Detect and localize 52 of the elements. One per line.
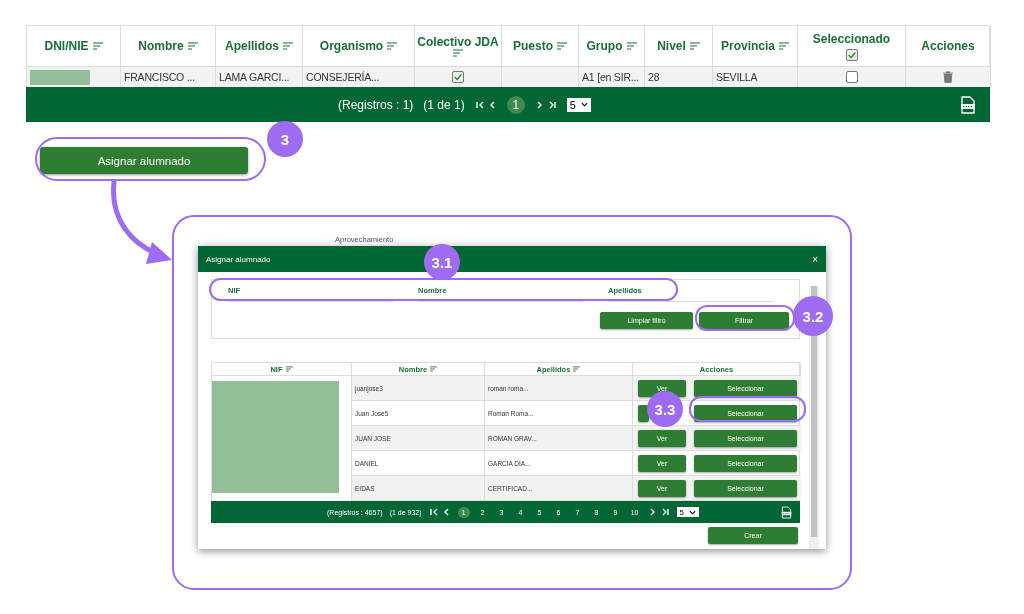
column-header[interactable]: Nombre (138, 39, 184, 53)
redacted-block (30, 69, 90, 85)
sort-icon[interactable] (430, 366, 438, 372)
sort-icon[interactable] (187, 42, 198, 50)
column-header[interactable]: Seleccionado (812, 31, 891, 46)
sort-icon[interactable] (557, 42, 567, 50)
column-header: Acciones (921, 39, 975, 53)
close-button[interactable]: × (812, 253, 818, 265)
table-cell: FRANCISCO ... (121, 67, 216, 87)
checkbox[interactable] (452, 71, 464, 83)
column-header[interactable]: Nivel (657, 39, 686, 53)
spreadsheet-file-icon[interactable] (781, 505, 792, 519)
sort-icon[interactable] (626, 42, 637, 50)
assign-students-button[interactable]: Asignar alumnado (40, 147, 248, 174)
spreadsheet-file-icon[interactable] (960, 94, 976, 115)
checkbox[interactable] (845, 71, 858, 83)
sort-icon[interactable] (453, 49, 463, 57)
column-header[interactable]: DNI/NIE (44, 39, 89, 53)
caret-icon (689, 509, 696, 515)
page-info: (1 de 1) (423, 97, 465, 112)
table-cell: A1 [en SIR... (579, 67, 645, 87)
page-size-select[interactable]: 5 (676, 507, 699, 517)
table-cell: 28 (645, 67, 713, 87)
sort-icon[interactable] (573, 366, 581, 372)
first-page-icon[interactable] (428, 508, 438, 516)
column-header[interactable]: Grupo (586, 39, 623, 53)
checkbox[interactable] (845, 48, 858, 61)
caret-icon (580, 102, 588, 107)
table-cell: CONSEJERÍA... (303, 67, 415, 87)
sort-icon[interactable] (283, 42, 293, 50)
column-header[interactable]: Apellidos (225, 39, 279, 53)
trash-icon[interactable] (943, 71, 953, 83)
table-cell: LAMA GARCI... (216, 67, 303, 87)
view-button[interactable] (638, 404, 649, 422)
page-link[interactable]: 1 (506, 95, 525, 114)
last-page-icon[interactable] (660, 508, 670, 516)
first-page-icon[interactable] (474, 100, 484, 109)
step-badge: 3 (267, 121, 303, 157)
column-header[interactable]: Organismo (319, 39, 384, 53)
sort-icon[interactable] (387, 42, 398, 50)
sort-icon[interactable] (689, 42, 700, 50)
column-header[interactable]: Colectivo JDA (417, 35, 499, 49)
column-header[interactable]: Provincia (721, 39, 775, 53)
sort-icon[interactable] (779, 42, 789, 50)
dialog-title: Asignar alumnado (206, 254, 271, 264)
page-size-select[interactable]: 5 (566, 97, 591, 112)
column-header[interactable]: Puesto (513, 39, 553, 53)
sort-icon[interactable] (285, 366, 293, 372)
record-count: (Registros : 1) (338, 97, 414, 112)
table-cell: SEVILLA (713, 67, 798, 87)
last-page-icon[interactable] (547, 100, 557, 109)
sort-icon[interactable] (92, 42, 103, 50)
